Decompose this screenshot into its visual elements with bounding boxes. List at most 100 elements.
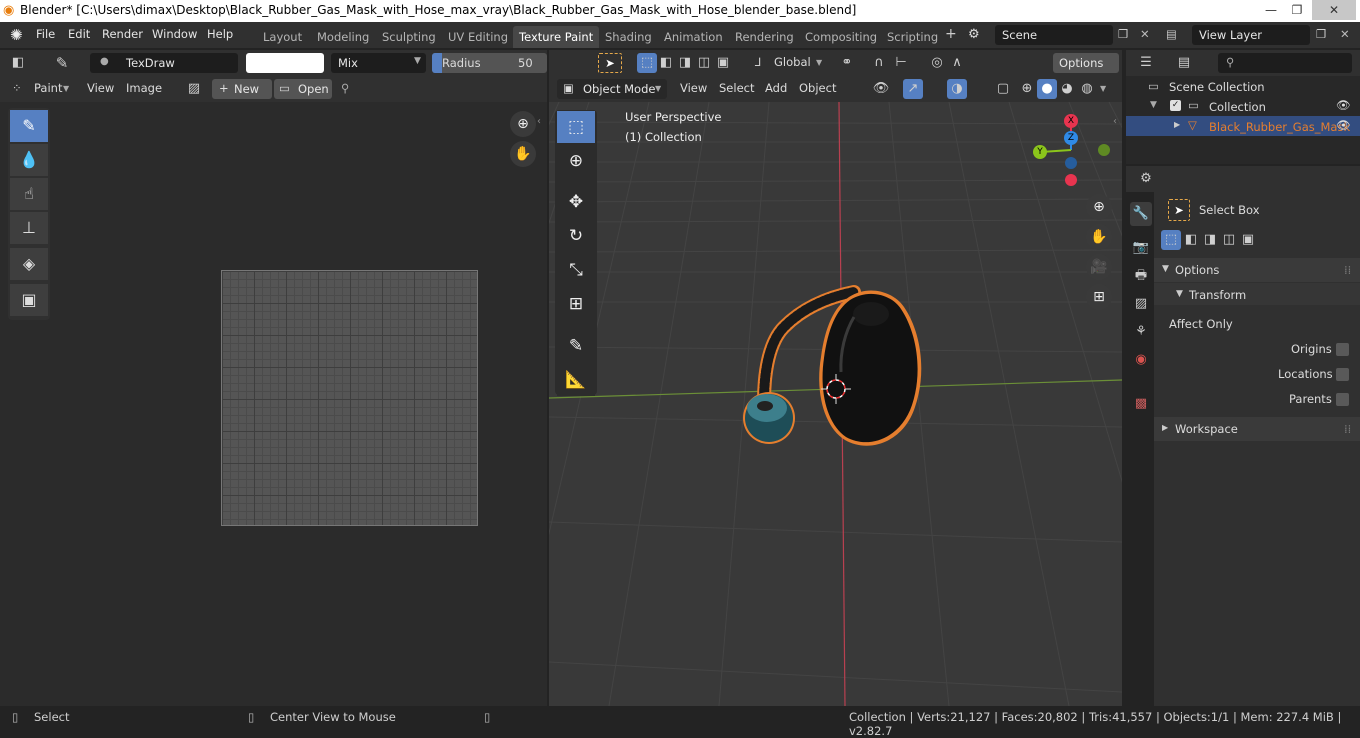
outliner-search-input[interactable] [1218,53,1352,73]
scene-tab-icon[interactable]: ⚘ [1130,320,1152,344]
zoom-icon[interactable]: ⊕ [1086,194,1112,220]
pin-icon[interactable]: ⚲ [341,81,349,95]
brush-name-field[interactable]: TexDraw [90,53,238,73]
falloff-icon[interactable]: ∧ [947,53,967,73]
select-new-icon[interactable]: ⬚ [637,53,657,73]
mode-select[interactable]: Paint [34,81,62,95]
properties-editor-type-icon[interactable]: ⚙ [1136,169,1156,189]
blender-menu-icon[interactable]: ✺ [10,26,23,44]
close-button[interactable]: ✕ [1312,0,1356,20]
world-tab-icon[interactable]: ◉ [1130,348,1152,372]
select-extend-icon[interactable]: ◧ [656,53,676,73]
wireframe-shading-icon[interactable]: ⊕ [1017,79,1037,99]
tool-tab-icon[interactable]: 🔧 [1130,202,1152,226]
perspective-grid-icon[interactable]: ⊞ [1086,284,1112,310]
outliner-editor-type-icon[interactable]: ☰ [1136,53,1156,73]
scene-field[interactable]: Scene [995,25,1113,45]
menu-file[interactable]: File [36,27,55,41]
scene-icon[interactable]: ⚙ [968,27,980,42]
select-invert-icon[interactable]: ◫ [694,53,714,73]
menu-view[interactable]: View [87,81,114,95]
output-tab-icon[interactable]: 🖶 [1130,264,1152,288]
tab-sculpting[interactable]: Sculpting [376,26,442,48]
expand-arrow-icon[interactable]: ▼ [1150,100,1157,110]
add-workspace-icon[interactable]: + [945,26,957,42]
gizmo-x-axis[interactable]: X [1064,114,1078,128]
render-tab-icon[interactable]: 📷 [1130,236,1152,260]
delete-scene-icon[interactable]: ✕ [1140,27,1150,41]
orientation-select[interactable]: Global [774,55,811,69]
view-layer-tab-icon[interactable]: ▨ [1130,292,1152,316]
select-intersect-icon[interactable]: ▣ [1238,230,1258,250]
tab-shading[interactable]: Shading [599,26,658,48]
view-layer-icon[interactable]: ▤ [1166,27,1177,41]
gizmo-toggle-icon[interactable]: ↗ [903,79,923,99]
image-browse-icon[interactable]: ▨ [184,79,204,99]
tab-compositing[interactable]: Compositing [799,26,883,48]
texture-tab-icon[interactable]: ▩ [1130,392,1152,416]
zoom-icon[interactable]: ⊕ [510,111,536,137]
origins-checkbox[interactable] [1336,343,1349,356]
tab-rendering[interactable]: Rendering [729,26,800,48]
annotate-tool-icon[interactable]: ✎ [557,330,595,362]
tab-uv-editing[interactable]: UV Editing [442,26,514,48]
parents-checkbox[interactable] [1336,393,1349,406]
snap-target-icon[interactable]: ⊢ [891,53,911,73]
options-dropdown[interactable]: Options [1053,53,1119,73]
soften-tool-icon[interactable]: 💧 [10,144,48,176]
tab-scripting[interactable]: Scripting [881,26,944,48]
fill-tool-icon[interactable]: ◈ [10,248,48,280]
clone-tool-icon[interactable]: ⊥ [10,212,48,244]
pivot-icon[interactable]: ⚭ [837,53,857,73]
brush-color-swatch[interactable] [246,53,324,73]
tab-texture-paint[interactable]: Texture Paint [513,26,600,48]
tab-layout[interactable]: Layout [257,26,308,48]
xray-icon[interactable]: ▢ [993,79,1013,99]
viewport-canvas[interactable]: ⬚ ⊕ ✥ ↻ ⤡ ⊞ ✎ 📐 User Perspective (1) Col… [549,102,1122,706]
scene-collection-label[interactable]: Scene Collection [1169,80,1265,94]
pan-hand-icon[interactable]: ✋ [1086,224,1112,250]
menu-object[interactable]: Object [799,81,836,95]
select-subtract-icon[interactable]: ◨ [1200,230,1220,250]
menu-image[interactable]: Image [126,81,162,95]
sidebar-toggle-icon[interactable]: ‹ [537,116,541,127]
drag-handle-icon[interactable]: ⁞⁞ [1344,263,1351,277]
sidebar-toggle-icon[interactable]: ‹ [1113,116,1117,127]
menu-edit[interactable]: Edit [68,27,90,41]
material-shading-icon[interactable]: ◕ [1057,79,1077,99]
menu-window[interactable]: Window [152,27,197,41]
mask-tool-icon[interactable]: ▣ [10,284,48,316]
rotate-tool-icon[interactable]: ↻ [557,220,595,252]
visibility-icon[interactable]: 👁 [871,79,891,99]
scale-tool-icon[interactable]: ⤡ [557,254,595,286]
menu-view[interactable]: View [680,81,707,95]
smear-tool-icon[interactable]: ☝ [10,178,48,210]
image-grid[interactable] [221,270,478,526]
proportional-edit-icon[interactable]: ◎ [927,53,947,73]
draw-tool-icon[interactable]: ✎ [10,110,48,142]
eye-icon[interactable]: 👁 [1336,118,1351,132]
menu-render[interactable]: Render [102,27,143,41]
delete-view-layer-icon[interactable]: ✕ [1340,27,1350,41]
select-subtract-icon[interactable]: ◨ [675,53,695,73]
transform-tool-icon[interactable]: ⊞ [557,288,595,320]
new-view-layer-icon[interactable]: ❐ [1316,27,1326,41]
maximize-button[interactable]: ❐ [1284,0,1310,20]
camera-icon[interactable]: 🎥 [1086,254,1112,280]
object-label[interactable]: Black_Rubber_Gas_Mask [1209,120,1350,134]
brush-icon[interactable]: ✎ [52,53,72,73]
rendered-shading-icon[interactable]: ◍ [1077,79,1097,99]
measure-tool-icon[interactable]: 📐 [557,364,595,396]
new-scene-icon[interactable]: ❐ [1118,27,1128,41]
gizmo-y-axis[interactable]: Y [1033,145,1047,159]
view-layer-field[interactable]: View Layer [1192,25,1310,45]
select-tool-icon[interactable]: ➤ [598,53,622,73]
select-invert-icon[interactable]: ◫ [1219,230,1239,250]
tab-modeling[interactable]: Modeling [311,26,375,48]
overlay-toggle-icon[interactable]: ◑ [947,79,967,99]
display-mode-icon[interactable]: ▤ [1174,53,1194,73]
radius-slider[interactable]: Radius 50 px [432,53,547,73]
drag-handle-icon[interactable]: ⁞⁞ [1344,422,1351,436]
tab-animation[interactable]: Animation [658,26,729,48]
select-box-tool-icon[interactable]: ⬚ [557,111,595,143]
